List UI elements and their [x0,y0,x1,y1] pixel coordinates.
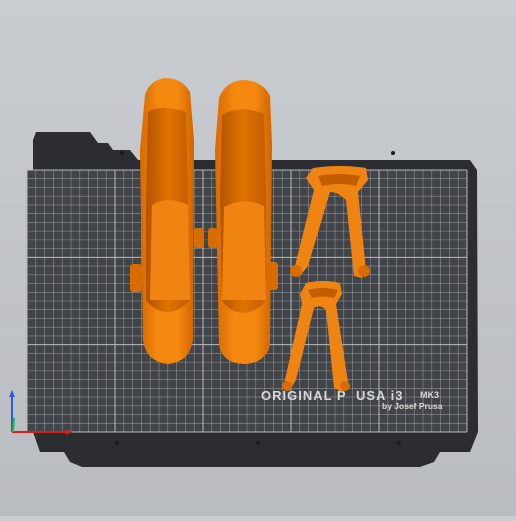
bed-screw-hole [256,441,260,445]
bed-brand-text-a: ORIGINAL P [261,388,347,403]
bed-brand-subtitle: by Josef Prusa [382,401,443,411]
z-axis-arrow [9,390,15,397]
bed-screw-hole [115,441,119,445]
3d-viewport[interactable]: ORIGINAL P USA i3 MK3 by Josef Prusa [0,0,516,516]
bed-screw-hole [391,151,395,155]
y-axis [12,417,15,433]
bed-screw-hole [397,441,401,445]
bed-brand-model: MK3 [420,390,439,400]
viewport-canvas[interactable]: ORIGINAL P USA i3 MK3 by Josef Prusa [0,0,516,516]
bed-screw-hole [120,151,124,155]
